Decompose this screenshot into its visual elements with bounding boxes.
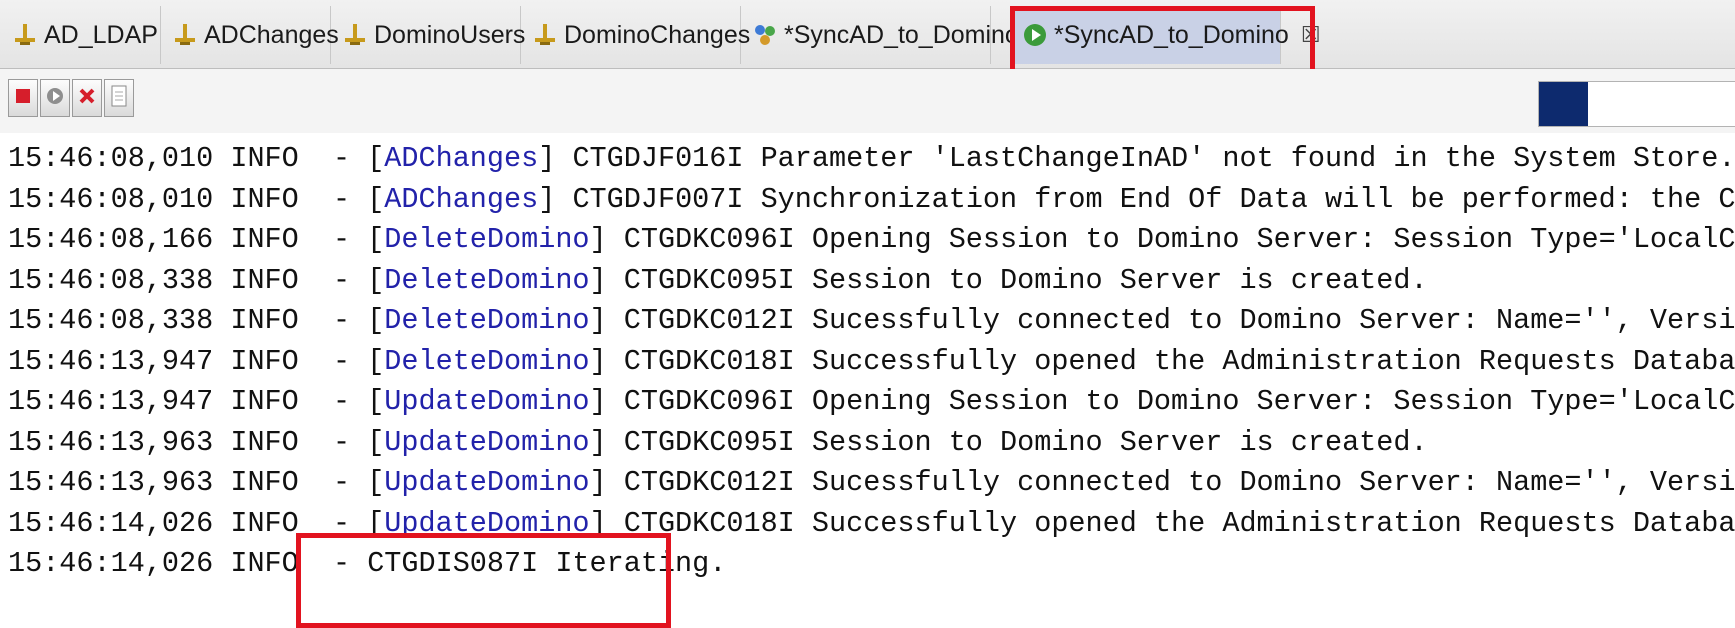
log-component: ADChanges — [384, 182, 539, 216]
editor-tab-bar: AD_LDAP ADChanges DominoUsers DominoChan… — [0, 0, 1735, 69]
tab-syncad-to-domino-assembly[interactable]: *SyncAD_to_Domino — [740, 6, 1019, 64]
log-component: ADChanges — [384, 142, 539, 175]
log-line: 15:46:14,026 INFO - CTGDIS087I Iterating… — [8, 547, 727, 580]
log-level: INFO — [230, 547, 299, 580]
run-icon — [1022, 22, 1048, 48]
log-line: 15:46:13,947 INFO - [UpdateDomino] CTGDK… — [8, 382, 1735, 422]
log-line: 15:46:08,166 INFO - [DeleteDomino] CTGDK… — [8, 220, 1735, 260]
log-level: INFO — [230, 425, 299, 459]
tab-label: *SyncAD_to_Domino — [1054, 20, 1289, 49]
log-message: CTGDKC095I Session to Domino Server is c… — [623, 263, 1428, 297]
log-level: INFO — [230, 263, 299, 297]
log-message: CTGDKC012I Sucessfully connected to Domi… — [623, 304, 1735, 337]
log-level: INFO — [230, 466, 299, 499]
log-time: 15:46:08,338 — [8, 263, 214, 297]
connector-icon — [532, 22, 558, 48]
log-message: CTGDKC096I Opening Session to Domino Ser… — [623, 385, 1735, 418]
log-component: DeleteDomino — [384, 223, 590, 256]
tab-label: AD_LDAP — [44, 20, 158, 49]
log-component: UpdateDomino — [384, 385, 590, 418]
log-line: 15:46:14,026 INFO - [UpdateDomino] CTGDK… — [8, 504, 1735, 544]
tab-dominochanges[interactable]: DominoChanges — [520, 6, 750, 64]
log-component: UpdateDomino — [384, 506, 590, 540]
log-time: 15:46:08,166 — [8, 223, 214, 256]
console-toolbar — [0, 69, 1735, 133]
tab-label: DominoUsers — [374, 20, 526, 49]
tab-ad-ldap[interactable]: AD_LDAP — [0, 6, 161, 64]
run-icon — [45, 86, 65, 111]
log-time: 15:46:08,010 — [8, 182, 214, 216]
log-component: DeleteDomino — [384, 304, 590, 337]
clear-icon — [77, 86, 97, 111]
log-line: 15:46:08,010 INFO - [ADChanges] CTGDJF01… — [8, 139, 1735, 179]
run-button[interactable] — [40, 79, 70, 117]
log-message: CTGDIS087I Iterating. — [367, 547, 727, 580]
log-component: DeleteDomino — [384, 263, 590, 297]
log-time: 15:46:14,026 — [8, 506, 214, 540]
log-line: 15:46:08,338 INFO - [DeleteDomino] CTGDK… — [8, 263, 1428, 297]
log-line: 15:46:08,338 INFO - [DeleteDomino] CTGDK… — [8, 301, 1735, 341]
progress-bar — [1538, 81, 1735, 127]
log-level: INFO — [230, 142, 299, 175]
document-icon — [110, 85, 128, 112]
close-icon[interactable]: ☒ — [1301, 22, 1321, 48]
log-message: CTGDKC012I Sucessfully connected to Domi… — [623, 466, 1735, 499]
log-level: INFO — [230, 182, 299, 216]
log-message: CTGDJF007I Synchronization from End Of D… — [572, 182, 1735, 216]
progress-fill — [1539, 82, 1589, 126]
document-button[interactable] — [104, 79, 134, 117]
log-message: CTGDKC095I Session to Domino Server is c… — [623, 425, 1428, 459]
tab-label: ADChanges — [204, 20, 339, 49]
log-time: 15:46:08,338 — [8, 304, 214, 337]
tab-label: DominoChanges — [564, 20, 751, 49]
log-line: 15:46:13,963 INFO - [UpdateDomino] CTGDK… — [8, 425, 1428, 459]
log-message: CTGDKC018I Successfully opened the Admin… — [623, 506, 1735, 540]
log-time: 15:46:13,963 — [8, 425, 214, 459]
tab-label: *SyncAD_to_Domino — [784, 20, 1019, 49]
log-component: DeleteDomino — [384, 344, 590, 378]
stop-button[interactable] — [8, 79, 38, 117]
log-line: 15:46:13,947 INFO - [DeleteDomino] CTGDK… — [8, 342, 1735, 382]
connector-icon — [12, 22, 38, 48]
log-time: 15:46:13,947 — [8, 344, 214, 378]
connector-icon — [342, 22, 368, 48]
log-message: CTGDJF016I Parameter 'LastChangeInAD' no… — [572, 142, 1735, 175]
log-message: CTGDKC018I Successfully opened the Admin… — [623, 344, 1735, 378]
log-level: INFO — [230, 344, 299, 378]
log-level: INFO — [230, 385, 299, 418]
log-time: 15:46:14,026 — [8, 547, 214, 580]
log-time: 15:46:08,010 — [8, 142, 214, 175]
log-line: 15:46:08,010 INFO - [ADChanges] CTGDJF00… — [8, 180, 1735, 220]
stop-icon — [14, 87, 32, 110]
tab-dominousers[interactable]: DominoUsers — [330, 6, 525, 64]
assembly-line-icon — [752, 22, 778, 48]
log-message: CTGDKC096I Opening Session to Domino Ser… — [623, 223, 1735, 256]
console-log: 15:46:08,010 INFO - [ADChanges] CTGDJF01… — [0, 135, 1735, 623]
log-level: INFO — [230, 223, 299, 256]
clear-button[interactable] — [72, 79, 102, 117]
log-level: INFO — [230, 506, 299, 540]
log-time: 15:46:13,963 — [8, 466, 214, 499]
log-level: INFO — [230, 304, 299, 337]
log-time: 15:46:13,947 — [8, 385, 214, 418]
log-component: UpdateDomino — [384, 425, 590, 459]
log-line: 15:46:13,963 INFO - [UpdateDomino] CTGDK… — [8, 463, 1735, 503]
log-component: UpdateDomino — [384, 466, 590, 499]
tab-adchanges[interactable]: ADChanges — [160, 6, 339, 64]
connector-icon — [172, 22, 198, 48]
tab-syncad-to-domino-run[interactable]: *SyncAD_to_Domino ☒ — [1010, 6, 1321, 64]
